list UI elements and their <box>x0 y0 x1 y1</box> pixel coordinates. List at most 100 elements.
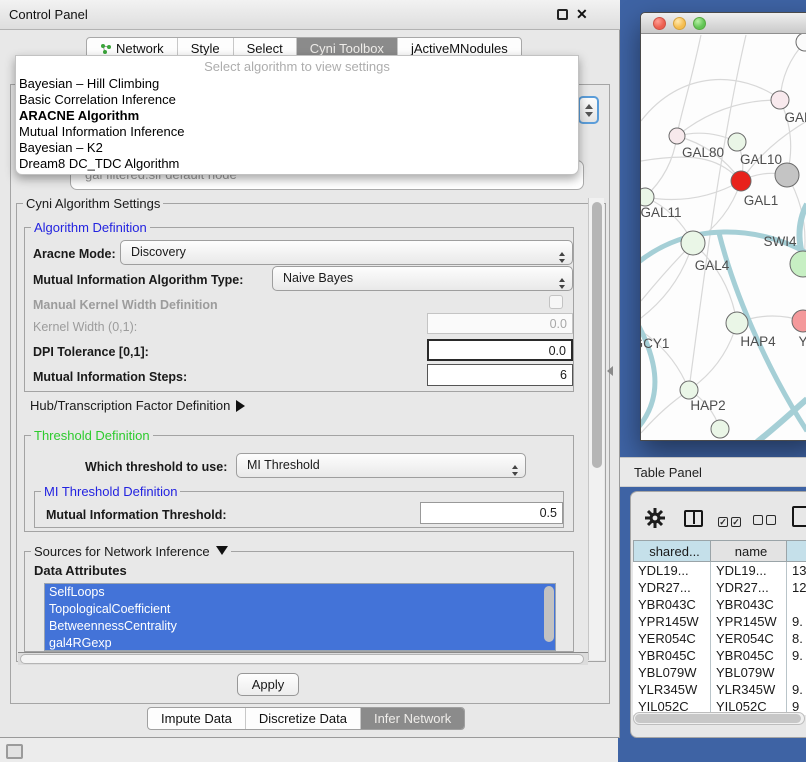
aracne-mode-value: Discovery <box>131 245 186 259</box>
collapsed-panel-icon[interactable] <box>6 744 23 759</box>
table-row[interactable]: YBL079WYBL079W <box>633 664 806 681</box>
table-horizontal-scrollbar[interactable] <box>633 712 805 725</box>
dpi-tolerance-field[interactable]: 0.0 <box>427 339 573 361</box>
network-node[interactable] <box>711 420 729 438</box>
node-label: GAL <box>784 110 806 125</box>
column-header[interactable]: name <box>711 540 787 562</box>
minimize-traffic-light-icon[interactable] <box>673 17 686 30</box>
attribute-item[interactable]: gal4RGexp <box>45 635 555 651</box>
network-node-y[interactable] <box>792 310 806 332</box>
control-panel-window: Control Panel ✕ NetworkStyleSelectCyni T… <box>0 0 620 738</box>
network-node-gal80[interactable] <box>669 128 685 144</box>
table-cell <box>787 664 806 681</box>
network-node-hap2[interactable] <box>680 381 698 399</box>
network-edge[interactable] <box>641 157 741 181</box>
column-header[interactable] <box>787 540 806 562</box>
node-label: SWI4 <box>763 234 796 249</box>
mi-threshold-label: Mutual Information Threshold: <box>46 508 227 522</box>
apply-button[interactable]: Apply <box>237 673 299 696</box>
dropdown-item[interactable]: Mutual Information Inference <box>16 124 578 140</box>
dropdown-item[interactable]: ARACNE Algorithm <box>16 108 578 124</box>
network-edge[interactable] <box>645 136 677 197</box>
table-cell: YDL19... <box>633 562 711 579</box>
manual-kernel-width-checkbox[interactable] <box>549 295 563 309</box>
tab-infer-network[interactable]: Infer Network <box>361 708 464 729</box>
table-cell: YPR145W <box>633 613 711 630</box>
control-panel-titlebar: Control Panel <box>0 0 620 30</box>
panel-divider-collapse-icon[interactable] <box>607 366 613 376</box>
table-cell <box>787 596 806 613</box>
table-row[interactable]: YBR045CYBR045C9. <box>633 647 806 664</box>
network-canvas[interactable]: GALGAL80GAL10GAL1GAL11SWI4GAL4GCY1HAP4YH… <box>641 34 806 441</box>
close-icon[interactable]: ✕ <box>576 6 592 24</box>
settings-horizontal-scrollbar[interactable] <box>18 652 588 665</box>
gear-icon[interactable] <box>645 508 665 531</box>
network-node[interactable] <box>796 34 806 51</box>
new-table-icon[interactable] <box>792 506 806 527</box>
network-node-gal[interactable] <box>771 91 789 109</box>
network-node-gal11[interactable] <box>641 188 654 206</box>
tab-discretize-data[interactable]: Discretize Data <box>246 708 361 729</box>
network-node[interactable] <box>775 163 799 187</box>
node-label: GAL11 <box>641 205 682 220</box>
manual-kernel-width-label: Manual Kernel Width Definition <box>33 298 218 312</box>
data-attributes-list[interactable]: SelfLoopsTopologicalCoefficientBetweenne… <box>44 583 556 651</box>
kernel-width-label: Kernel Width (0,1): <box>33 320 137 334</box>
network-edge[interactable] <box>645 181 741 199</box>
algorithm-dropdown-popup: Select algorithm to view settings Bayesi… <box>15 55 579 175</box>
dropdown-item[interactable]: Bayesian – K2 <box>16 140 578 156</box>
dropdown-item[interactable]: Dream8 DC_TDC Algorithm <box>16 156 578 172</box>
algorithm-combobox-stepper[interactable] <box>578 96 599 124</box>
network-node-gal1[interactable] <box>731 171 751 191</box>
hscrollbar-thumb[interactable] <box>20 654 584 664</box>
network-edge[interactable] <box>689 35 746 389</box>
mi-algorithm-type-combobox[interactable]: Naive Bayes <box>272 266 573 291</box>
sources-label: Sources for Network Inference <box>34 544 210 559</box>
table-scrollbar-thumb[interactable] <box>635 714 801 723</box>
table-row[interactable]: YDR27...YDR27...12 <box>633 579 806 596</box>
split-columns-icon[interactable] <box>684 510 703 527</box>
network-node-gal4[interactable] <box>681 231 705 255</box>
kernel-width-field[interactable]: 0.0 <box>427 313 573 334</box>
which-threshold-combobox[interactable]: MI Threshold <box>236 453 526 478</box>
table-row[interactable]: YDL19...YDL19...13 <box>633 562 806 579</box>
algorithm-definition-title: Algorithm Definition <box>31 220 150 235</box>
dropdown-prompt: Select algorithm to view settings <box>16 56 578 76</box>
mi-steps-field[interactable]: 6 <box>427 364 573 386</box>
network-view-window: GALGAL80GAL10GAL1GAL11SWI4GAL4GCY1HAP4YH… <box>640 12 806 441</box>
table-row[interactable]: YPR145WYPR145W9. <box>633 613 806 630</box>
network-window-titlebar[interactable] <box>641 13 806 34</box>
node-table[interactable]: shared...nameYDL19...YDL19...13YDR27...Y… <box>633 540 806 715</box>
table-cell: YBR045C <box>633 647 711 664</box>
hub-definition-expander[interactable]: Hub/Transcription Factor Definition <box>30 398 245 413</box>
network-node-swi4[interactable] <box>790 251 806 277</box>
table-cell: YBR045C <box>711 647 787 664</box>
attributes-scrollbar-thumb[interactable] <box>544 586 554 642</box>
zoom-traffic-light-icon[interactable] <box>693 17 706 30</box>
network-edge[interactable] <box>677 35 701 135</box>
table-row[interactable]: YBR043CYBR043C <box>633 596 806 613</box>
dropdown-item[interactable]: Bayesian – Hill Climbing <box>16 76 578 92</box>
table-row[interactable]: YER054CYER054C8. <box>633 630 806 647</box>
settings-scrollbar-thumb[interactable] <box>592 202 602 468</box>
attribute-item[interactable]: SelfLoops <box>45 584 555 601</box>
network-edge[interactable] <box>641 325 689 390</box>
mi-threshold-field[interactable]: 0.5 <box>420 502 563 524</box>
dropdown-item[interactable]: Basic Correlation Inference <box>16 92 578 108</box>
attribute-item[interactable]: BetweennessCentrality <box>45 618 555 635</box>
table-cell: YDR27... <box>633 579 711 596</box>
network-node-hap4[interactable] <box>726 312 748 334</box>
close-traffic-light-icon[interactable] <box>653 17 666 30</box>
attribute-item[interactable]: TopologicalCoefficient <box>45 601 555 618</box>
settings-vertical-scrollbar[interactable] <box>588 198 604 660</box>
float-window-icon[interactable] <box>557 9 568 20</box>
table-cell: 8. <box>787 630 806 647</box>
aracne-mode-combobox[interactable]: Discovery <box>120 240 573 265</box>
select-all-checkboxes-icon[interactable]: ✓✓ <box>718 513 744 528</box>
column-header[interactable]: shared... <box>633 540 711 562</box>
tab-impute-data[interactable]: Impute Data <box>148 708 246 729</box>
sources-title[interactable]: Sources for Network Inference <box>31 544 231 559</box>
network-node-gal10[interactable] <box>728 133 746 151</box>
deselect-all-checkboxes-icon[interactable] <box>753 513 779 528</box>
table-row[interactable]: YLR345WYLR345W9. <box>633 681 806 698</box>
